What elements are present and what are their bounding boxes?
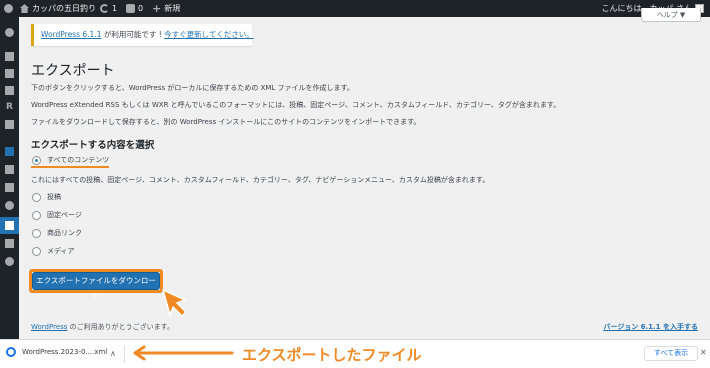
site-name-menu[interactable]: カッパの五日釣り xyxy=(20,0,96,17)
radio-posts-label[interactable]: 投稿 xyxy=(47,192,61,202)
description-line-2: WordPress eXtended RSS もしくは WXR と呼んでいるこの… xyxy=(31,101,561,109)
update-notice: WordPress 6.1.1 が利用可能です ! 今すぐ更新してください。 xyxy=(31,24,254,46)
home-icon xyxy=(20,4,29,13)
section-title: エクスポートする内容を選択 xyxy=(31,140,155,151)
radio-posts[interactable]: 投稿 xyxy=(32,192,61,202)
collapse-menu-icon[interactable] xyxy=(5,257,14,266)
radio-all-label[interactable]: すべてのコンテンツ xyxy=(47,155,109,165)
plugins-icon[interactable] xyxy=(5,183,14,192)
all-content-description: これにはすべての投稿、固定ページ、コメント、カスタムフィールド、カテゴリー、タグ… xyxy=(31,176,490,184)
description-line-1: 下のボタンをクリックすると、WordPress がローカルに保存するための XM… xyxy=(31,84,354,92)
chrome-download-icon xyxy=(6,347,16,357)
admin-bar: カッパの五日釣り 1 0 + 新規 こんにちは、カッパ さん xyxy=(0,0,710,17)
plus-icon: + xyxy=(152,2,162,15)
wordpress-logo-icon xyxy=(4,4,13,13)
new-content-menu[interactable]: + 新規 xyxy=(152,0,180,17)
pages-icon[interactable] xyxy=(5,86,14,95)
radio-button[interactable] xyxy=(32,192,41,202)
updates-icon xyxy=(100,4,109,13)
wordpress-version-link[interactable]: WordPress 6.1.1 xyxy=(41,30,101,39)
wrench-icon xyxy=(5,221,14,230)
radio-button[interactable] xyxy=(32,210,41,220)
radio-pages[interactable]: 固定ページ xyxy=(32,210,82,220)
shelf-divider xyxy=(124,346,125,363)
radio-media[interactable]: メディア xyxy=(32,246,75,256)
footer-version-link[interactable]: バージョン 6.1.1 を入手する xyxy=(603,322,698,332)
wordpress-logo-menu[interactable] xyxy=(4,0,13,17)
appearance-icon[interactable] xyxy=(5,165,14,174)
page-title: エクスポート xyxy=(31,63,115,79)
footer-wordpress-link[interactable]: WordPress xyxy=(31,323,67,331)
settings-icon[interactable] xyxy=(5,239,14,248)
radio-button[interactable] xyxy=(32,228,41,238)
chevron-up-icon[interactable]: ∧ xyxy=(110,349,116,358)
dashboard-icon[interactable] xyxy=(5,28,14,37)
radio-all-content[interactable]: すべてのコンテンツ xyxy=(32,155,109,165)
radio-button[interactable] xyxy=(32,246,41,256)
users-icon[interactable] xyxy=(5,201,14,210)
update-now-link[interactable]: 今すぐ更新してください。 xyxy=(164,30,254,39)
footer-thanks-text: のご利用ありがとうございます。 xyxy=(67,323,174,331)
radio-button-checked[interactable] xyxy=(32,155,41,165)
description-line-3: ファイルをダウンロードして保存すると、別の WordPress インストールにこ… xyxy=(31,118,421,126)
exported-file-annotation: エクスポートしたファイル xyxy=(242,346,422,364)
downloaded-file-item[interactable]: WordPress.2023-0....xml xyxy=(6,347,107,357)
footer-thanks: WordPress のご利用ありがとうございます。 xyxy=(31,322,174,332)
comments-count: 0 xyxy=(138,4,144,13)
media-icon[interactable] xyxy=(5,69,14,78)
comments-menu[interactable]: 0 xyxy=(126,0,143,17)
highlight-underline xyxy=(31,166,109,168)
radio-media-label[interactable]: メディア xyxy=(47,246,75,256)
updates-count: 1 xyxy=(112,4,118,13)
update-notice-text: が利用可能です ! xyxy=(101,30,165,39)
new-label: 新規 xyxy=(164,4,181,13)
downloaded-filename[interactable]: WordPress.2023-0....xml xyxy=(22,348,107,356)
comments-icon[interactable] xyxy=(5,120,14,129)
pointer-arrow-icon xyxy=(162,289,187,317)
radio-links-label[interactable]: 商品リンク xyxy=(47,228,82,238)
help-tab[interactable]: ヘルプ ▼ xyxy=(641,8,701,22)
updates-menu[interactable]: 1 xyxy=(100,0,117,17)
left-arrow-annotation-icon xyxy=(133,345,234,361)
radio-pages-label[interactable]: 固定ページ xyxy=(47,210,82,220)
pin-posts-icon[interactable] xyxy=(5,52,14,61)
radio-links[interactable]: 商品リンク xyxy=(32,228,82,238)
show-all-downloads-button[interactable]: すべて表示 xyxy=(644,346,698,361)
site-name: カッパの五日釣り xyxy=(32,4,96,13)
r-plugin-icon[interactable]: R xyxy=(5,103,14,112)
download-export-button[interactable]: エクスポートファイルをダウンロード xyxy=(32,272,160,301)
close-icon[interactable]: ✕ xyxy=(700,348,707,357)
admin-sidebar: R xyxy=(0,17,19,339)
blocks-icon[interactable] xyxy=(5,147,14,156)
sidebar-item-tools[interactable] xyxy=(0,217,19,234)
comment-icon xyxy=(126,4,135,13)
